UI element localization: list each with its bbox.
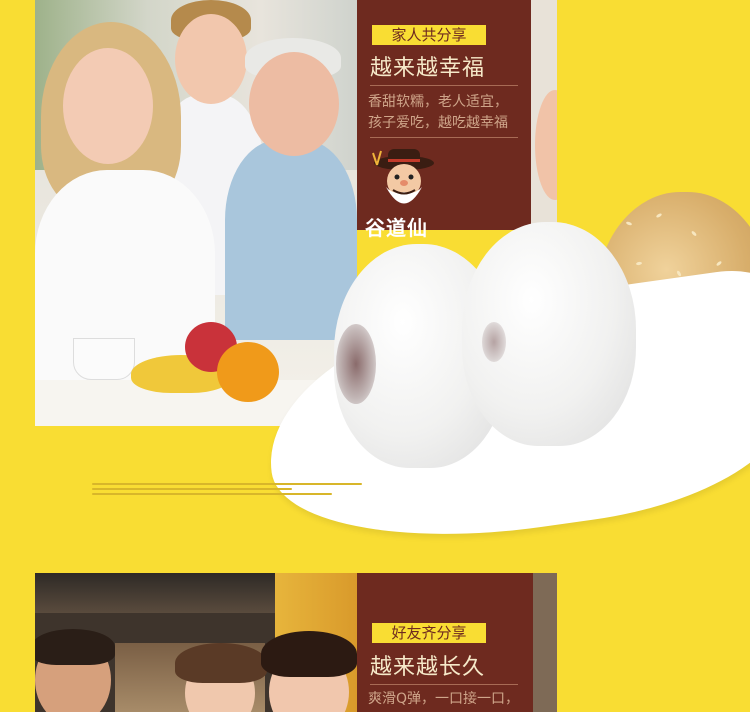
- family-share-headline: 越来越幸福: [370, 56, 486, 81]
- friends-share-headline: 越来越长久: [370, 655, 486, 680]
- photo-edge-right: [531, 0, 557, 230]
- child-face-edge: [535, 90, 557, 200]
- friends-share-line1: 爽滑Q弹，一口接一口，: [368, 691, 520, 707]
- friend-hair-3: [261, 631, 357, 677]
- card-divider: [370, 684, 518, 685]
- friends-photo: [35, 573, 357, 712]
- photo-edge-right-bottom: [533, 573, 557, 712]
- friends-share-tag: 好友齐分享: [372, 623, 486, 643]
- friends-share-card: 好友齐分享 越来越长久 爽滑Q弹，一口接一口，: [357, 573, 533, 712]
- product-detail-page: 家人共分享 越来越幸福 香甜软糯，老人适宜， 孩子爱吃，越吃越幸福 谷道仙 好友…: [0, 0, 750, 712]
- mochi-right: [462, 222, 636, 446]
- family-share-card: 家人共分享 越来越幸福 香甜软糯，老人适宜， 孩子爱吃，越吃越幸福 谷道仙: [357, 0, 531, 240]
- orange: [217, 342, 279, 402]
- old-man-cowboy-hat-icon: [372, 149, 434, 204]
- cup: [73, 338, 135, 380]
- family-share-line2: 孩子爱吃，越吃越幸福: [368, 115, 508, 131]
- family-photo: [35, 0, 357, 426]
- brand-logo-text: 谷道仙: [365, 216, 428, 240]
- friend-hair-2: [175, 643, 267, 683]
- boy-face: [175, 14, 247, 104]
- card-divider-bottom: [370, 137, 518, 138]
- family-share-tag: 家人共分享: [372, 25, 486, 45]
- fine-print-lines: [92, 480, 382, 500]
- mother-face: [63, 48, 153, 164]
- red-bean-filling: [336, 324, 376, 404]
- red-bean-filling: [482, 322, 506, 362]
- card-divider: [370, 85, 518, 86]
- grandpa-shirt: [225, 140, 357, 340]
- grandpa-face: [249, 52, 339, 156]
- family-share-line1: 香甜软糯，老人适宜，: [368, 94, 508, 110]
- friend-hair-1: [35, 629, 115, 665]
